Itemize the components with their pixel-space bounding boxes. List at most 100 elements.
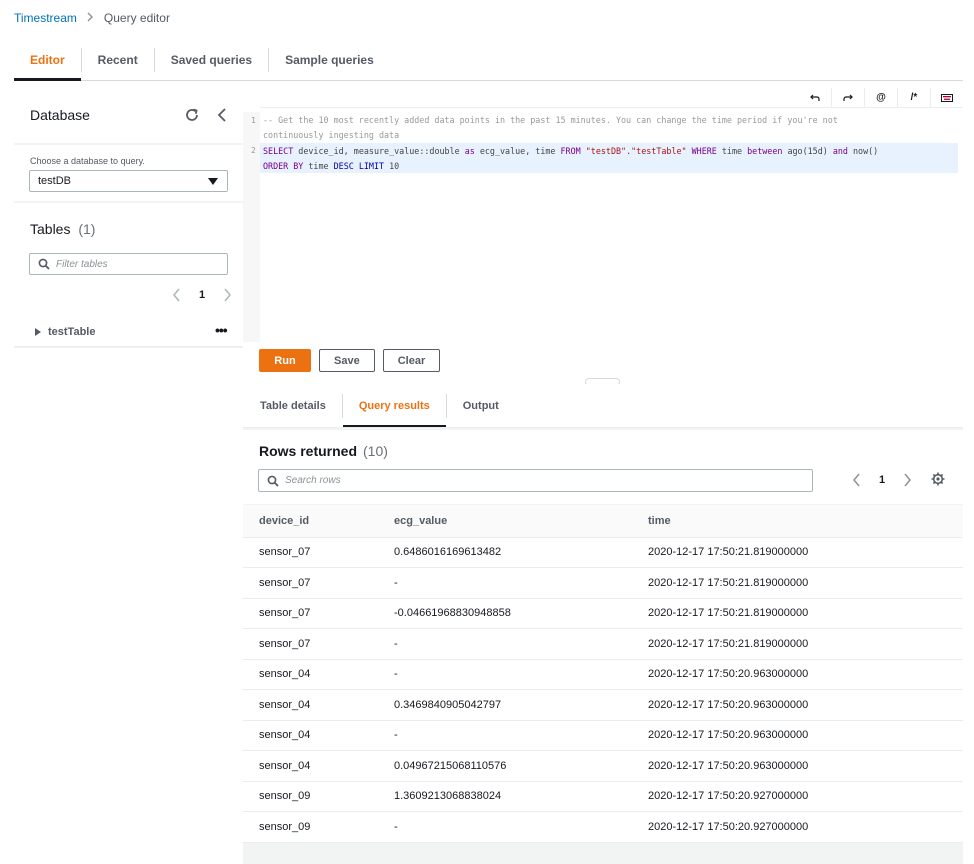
cell-ecg-value: -: [378, 659, 632, 690]
cell-time: 2020-12-17 17:50:20.963000000: [632, 659, 963, 690]
database-select-label: Choose a database to query.: [30, 156, 145, 166]
sql-text: time: [716, 146, 748, 156]
tab-editor[interactable]: Editor: [14, 40, 81, 81]
next-page-icon[interactable]: [902, 473, 912, 487]
sql-text: 10: [384, 161, 400, 171]
sql-string: "testDB"."testTable": [585, 146, 687, 156]
breadcrumb: Timestream Query editor: [14, 10, 170, 26]
results-pagination: 1: [852, 472, 912, 488]
rows-returned-count: (10): [363, 443, 388, 459]
cell-device-id: sensor_07: [243, 537, 378, 568]
tab-output[interactable]: Output: [447, 384, 515, 427]
previous-page-icon[interactable]: [852, 473, 862, 487]
tab-recent[interactable]: Recent: [82, 40, 154, 80]
line-number: 1: [251, 116, 256, 125]
cell-device-id: sensor_04: [243, 750, 378, 782]
table-row: sensor_09-2020-12-17 17:50:20.927000000: [243, 811, 963, 843]
table-name[interactable]: testTable: [48, 326, 95, 338]
run-button[interactable]: Run: [259, 349, 311, 372]
column-header-time[interactable]: time: [632, 505, 963, 538]
cell-time: 2020-12-17 17:50:21.819000000: [632, 628, 963, 660]
sql-text: ago(15d): [782, 146, 833, 156]
cell-device-id: sensor_07: [243, 628, 378, 660]
sql-keyword: and: [832, 146, 848, 156]
search-rows-placeholder: Search rows: [285, 475, 341, 486]
database-sidebar: Database Choose a database to query. tes…: [14, 88, 243, 864]
results-page-number[interactable]: 1: [879, 474, 885, 486]
more-actions-icon[interactable]: •••: [215, 323, 228, 337]
sidebar-empty-area: [14, 348, 243, 864]
tab-sample-queries[interactable]: Sample queries: [269, 40, 390, 80]
refresh-icon[interactable]: [184, 107, 200, 123]
at-symbol-button[interactable]: @: [864, 87, 897, 108]
cell-ecg-value: -0.04661968830948858: [378, 598, 632, 629]
line-number-gutter: 1 2: [243, 112, 260, 342]
cell-device-id: sensor_09: [243, 811, 378, 843]
save-button[interactable]: Save: [319, 349, 375, 372]
sql-keyword: as: [464, 146, 475, 156]
sql-text: now(): [847, 146, 879, 156]
gear-icon[interactable]: [931, 472, 945, 486]
cell-device-id: sensor_09: [243, 781, 378, 812]
rows-returned-title: Rows returned (10): [259, 443, 388, 459]
collapse-sidebar-icon[interactable]: [215, 107, 229, 123]
code-comment-line: continuously ingesting data: [263, 130, 400, 140]
clear-button[interactable]: Clear: [382, 349, 441, 372]
sql-keyword: DESC: [333, 161, 354, 171]
breadcrumb-timestream-link[interactable]: Timestream: [14, 11, 77, 25]
table-list-item[interactable]: testTable •••: [14, 319, 243, 347]
breadcrumb-current: Query editor: [103, 11, 170, 25]
cell-ecg-value: -: [378, 567, 632, 599]
table-row: sensor_04 0.3469840905042797 2020-12-17 17…: [243, 689, 963, 721]
tables-pagination: 1: [172, 287, 232, 303]
redo-icon[interactable]: [831, 87, 864, 108]
cell-time: 2020-12-17 17:50:20.963000000: [632, 750, 963, 782]
comment-toggle-button[interactable]: /*: [897, 87, 930, 108]
cell-ecg-value: 0.3469840905042797: [378, 689, 632, 721]
expand-caret-icon[interactable]: [35, 328, 41, 336]
cell-ecg-value: -: [378, 811, 632, 843]
tab-query-results[interactable]: Query results: [342, 384, 446, 427]
cell-time: 2020-12-17 17:50:20.963000000: [632, 720, 963, 751]
filter-tables-placeholder: Filter tables: [56, 258, 108, 270]
cell-time: 2020-12-17 17:50:21.819000000: [632, 567, 963, 599]
cell-time: 2020-12-17 17:50:20.927000000: [632, 781, 963, 812]
cell-time: 2020-12-17 17:50:21.819000000: [632, 598, 963, 629]
cell-device-id: sensor_04: [243, 659, 378, 690]
sql-keyword: WHERE: [691, 146, 717, 156]
table-row: sensor_07-2020-12-17 17:50:21.819000000: [243, 628, 963, 660]
previous-page-icon[interactable]: [172, 288, 182, 302]
cell-device-id: sensor_04: [243, 689, 378, 721]
code-comment-line: -- Get the 10 most recently added data p…: [263, 115, 838, 125]
results-header: Rows returned (10) Search rows 1: [243, 430, 963, 504]
sql-keyword: between: [747, 146, 783, 156]
tables-title: Tables (1): [30, 221, 95, 237]
caret-down-icon: [208, 178, 218, 185]
filter-tables-input[interactable]: Filter tables: [29, 253, 228, 275]
undo-icon[interactable]: [798, 88, 831, 108]
database-select[interactable]: testDB: [29, 170, 228, 192]
query-editor: @ /* 1 2 -- Get the 10 most recently add…: [243, 87, 963, 384]
results-panel: Table details Query results Output Rows …: [243, 384, 963, 864]
tables-page-number[interactable]: 1: [199, 289, 205, 301]
column-header-device-id[interactable]: device_id: [243, 505, 378, 538]
line-number: 2: [251, 146, 256, 155]
table-row: sensor_04-2020-12-17 17:50:20.963000000: [243, 659, 963, 690]
cell-ecg-value: 1.3609213068838024: [378, 781, 632, 812]
next-page-icon[interactable]: [222, 288, 232, 302]
cell-time: 2020-12-17 17:50:20.927000000: [632, 811, 963, 843]
table-row: sensor_07 -0.04661968830948858 2020-12-17 …: [243, 598, 963, 629]
cell-ecg-value: -: [378, 720, 632, 751]
cell-device-id: sensor_04: [243, 720, 378, 751]
search-rows-input[interactable]: Search rows: [258, 469, 813, 492]
database-selector-section: Choose a database to query. testDB: [14, 145, 243, 201]
cell-ecg-value: -: [378, 628, 632, 660]
sql-keyword: SELECT: [263, 146, 294, 156]
table-header-row: device_id ecg_value time: [243, 505, 963, 538]
sql-keyword: FROM: [560, 146, 581, 156]
keyboard-icon[interactable]: [930, 87, 963, 108]
tab-saved-queries[interactable]: Saved queries: [155, 40, 268, 80]
column-header-ecg-value[interactable]: ecg_value: [378, 505, 632, 538]
tab-table-details[interactable]: Table details: [244, 384, 342, 427]
code-area[interactable]: 1 2 -- Get the 10 most recently added da…: [243, 112, 963, 342]
